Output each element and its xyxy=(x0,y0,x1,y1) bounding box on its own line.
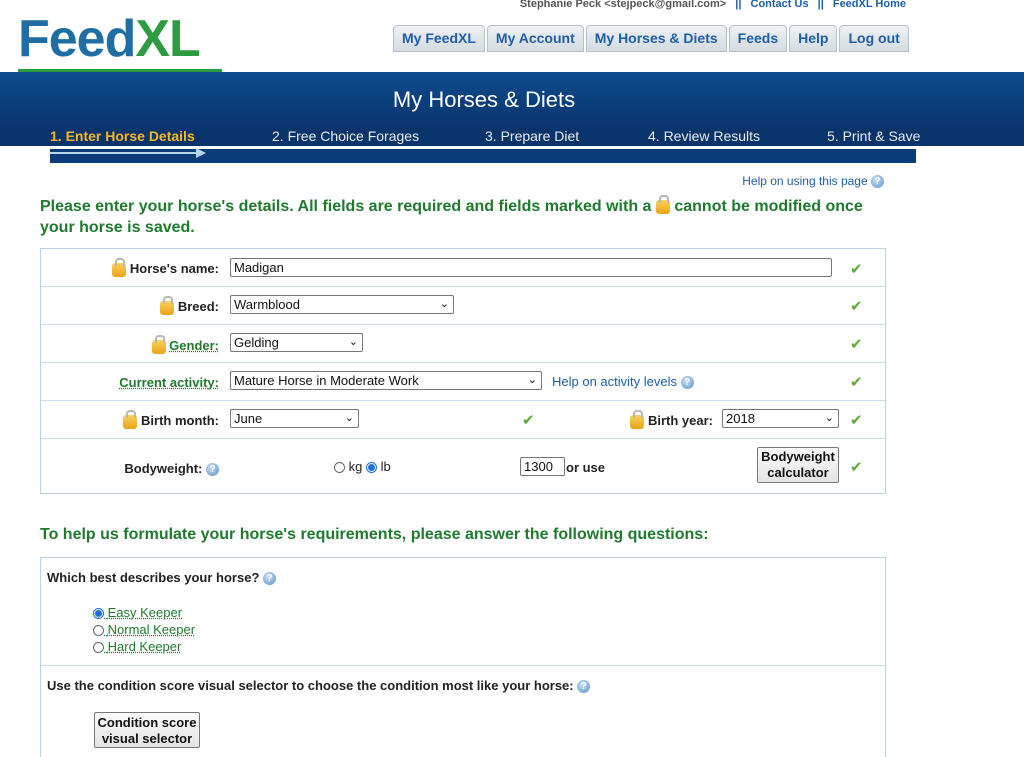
row-gender: Gender: Gelding ⌄ xyxy=(41,325,885,363)
help-icon[interactable]: ? xyxy=(206,463,219,477)
valid-check-icon xyxy=(850,336,864,348)
help-icon[interactable]: ? xyxy=(577,680,591,694)
step-review-results: 4. Review Results xyxy=(648,128,761,144)
current-activity-label[interactable]: Current activity: xyxy=(91,375,219,390)
contact-us-link[interactable]: Contact Us xyxy=(751,0,809,10)
user-identity: Stephanie Peck <stejpeck@gmail.com> xyxy=(519,0,727,10)
horse-name-input[interactable]: Madigan xyxy=(230,258,832,277)
divider xyxy=(41,665,885,666)
row-breed: Breed: Warmblood ⌄ xyxy=(41,287,885,325)
breed-select[interactable]: Warmblood ⌄ xyxy=(230,295,454,314)
horse-name-label: Horse's name: xyxy=(106,257,219,277)
step-print-save: 5. Print & Save xyxy=(827,128,921,144)
nav-tab-feeds[interactable]: Feeds xyxy=(728,25,788,52)
help-icon: ? xyxy=(871,175,884,189)
lock-icon xyxy=(123,409,138,429)
intro-text: Please enter your horse's details. All f… xyxy=(40,194,880,238)
q2-text: Use the condition score visual selector … xyxy=(47,678,591,694)
step-prepare-diet: 3. Prepare Diet xyxy=(485,128,580,144)
activity-help-link[interactable]: Help on activity levels ? xyxy=(552,374,694,390)
help-on-page-text[interactable]: Help on using this page xyxy=(742,174,867,188)
gender-select[interactable]: Gelding ⌄ xyxy=(230,333,363,352)
nav-tab-my-account[interactable]: My Account xyxy=(486,25,584,52)
condition-score-selector-button[interactable]: Condition score visual selector xyxy=(94,712,200,748)
birth-year-select[interactable]: 2018 ⌄ xyxy=(722,409,839,428)
nav-tab-my-feedxl[interactable]: My FeedXL xyxy=(393,25,485,52)
birth-month-label: Birth month: xyxy=(106,409,219,429)
valid-check-icon xyxy=(850,298,864,310)
step-progress: 1. Enter Horse Details 2. Free Choice Fo… xyxy=(50,128,921,148)
lock-icon xyxy=(630,409,645,429)
bodyweight-label: Bodyweight: ? xyxy=(101,461,219,477)
unit-kg-radio[interactable] xyxy=(334,462,345,474)
page-banner: My Horses & Diets 1. Enter Horse Details… xyxy=(0,72,1024,146)
valid-check-icon xyxy=(850,261,864,273)
page-title: My Horses & Diets xyxy=(392,87,576,112)
bodyweight-input[interactable]: 1300 xyxy=(520,457,565,476)
lock-icon xyxy=(151,334,166,354)
chevron-down-icon: ⌄ xyxy=(344,412,354,424)
lock-icon xyxy=(112,257,127,277)
row-activity: Current activity: Mature Horse in Modera… xyxy=(41,363,885,401)
lock-icon xyxy=(160,295,175,315)
normal-keeper-option[interactable]: Normal Keeper xyxy=(93,622,195,637)
hard-keeper-radio[interactable] xyxy=(93,642,104,654)
normal-keeper-radio[interactable] xyxy=(93,625,104,637)
birth-month-select[interactable]: June ⌄ xyxy=(230,409,359,428)
gender-label: Gender: xyxy=(131,334,219,354)
intro-part1: Please enter your horse's details. All f… xyxy=(40,198,652,215)
q1-text: Which best describes your horse? ? xyxy=(47,570,277,586)
chevron-down-icon: ⌄ xyxy=(439,298,449,310)
step-progress-line xyxy=(50,152,200,154)
weight-unit-group: kg lb xyxy=(334,459,391,474)
logo-text-accent: XL xyxy=(135,10,200,68)
feedxl-logo[interactable]: FeedXL xyxy=(18,8,222,72)
row-horse-name: Horse's name: Madigan xyxy=(41,249,885,287)
breed-label: Breed: xyxy=(131,295,219,315)
help-icon: ? xyxy=(680,376,694,390)
questions-title: To help us formulate your horse's requir… xyxy=(40,526,709,543)
step-enter-horse-details: 1. Enter Horse Details xyxy=(50,128,195,144)
feedxl-home-link[interactable]: FeedXL Home xyxy=(833,0,906,10)
activity-select[interactable]: Mature Horse in Moderate Work ⌄ xyxy=(230,371,542,390)
easy-keeper-radio[interactable] xyxy=(93,608,104,620)
nav-tab-my-horses-diets[interactable]: My Horses & Diets xyxy=(585,25,727,52)
valid-check-icon xyxy=(522,412,536,424)
valid-check-icon xyxy=(850,412,864,424)
unit-lb-radio[interactable] xyxy=(365,462,377,474)
birth-year-label: Birth year: xyxy=(611,409,713,429)
valid-check-icon xyxy=(850,374,864,386)
bodyweight-calculator-button[interactable]: Bodyweight calculator xyxy=(757,447,839,483)
main-nav: My FeedXL My Account My Horses & Diets F… xyxy=(393,25,909,52)
or-use-text: or use xyxy=(566,460,606,475)
logo-text-main: Feed xyxy=(18,10,136,68)
easy-keeper-option[interactable]: Easy Keeper xyxy=(93,605,182,620)
horse-details-form: Horse's name: Madigan Breed: Warmblood⌄ … xyxy=(40,248,886,494)
header: FeedXL Stephanie Peck <stejpeck@gmail.co… xyxy=(0,0,1024,72)
chevron-down-icon: ⌄ xyxy=(527,374,537,386)
questions-box: Which best describes your horse? ? Easy … xyxy=(40,557,886,757)
step-free-choice-forages: 2. Free Choice Forages xyxy=(272,128,420,144)
row-birth: Birth month: June⌄ Birth year: 2018⌄ xyxy=(41,401,885,439)
chevron-down-icon: ⌄ xyxy=(348,336,358,348)
valid-check-icon xyxy=(850,459,864,471)
nav-tab-help[interactable]: Help xyxy=(789,25,838,52)
lock-icon xyxy=(655,194,670,214)
nav-tab-log-out[interactable]: Log out xyxy=(839,25,909,52)
help-icon[interactable]: ? xyxy=(263,572,277,586)
hard-keeper-option[interactable]: Hard Keeper xyxy=(93,639,181,654)
step-arrow-icon xyxy=(196,148,206,158)
chevron-down-icon: ⌄ xyxy=(824,412,834,424)
help-on-page-link[interactable]: Help on using this page ? xyxy=(742,174,884,189)
top-links: Stephanie Peck <stejpeck@gmail.com> || C… xyxy=(519,0,906,10)
row-bodyweight: Bodyweight: ? kg lb 1300 or use Bodyweig… xyxy=(41,439,885,495)
